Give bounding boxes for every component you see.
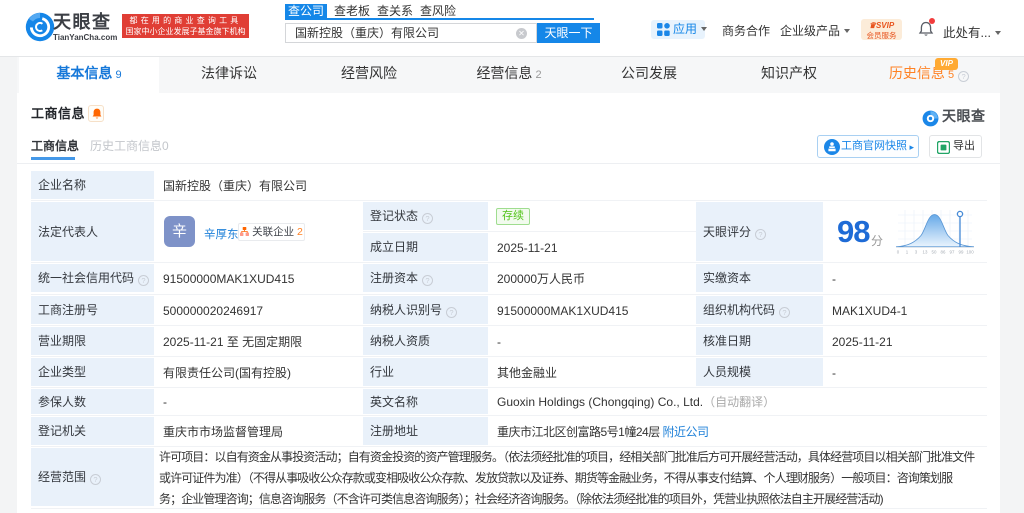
svg-text:97: 97 (950, 250, 955, 255)
svg-text:99: 99 (959, 250, 964, 255)
svg-text:86: 86 (941, 250, 946, 255)
svg-text:100: 100 (966, 250, 974, 255)
svg-text:13: 13 (923, 250, 928, 255)
svg-text:0: 0 (897, 250, 900, 255)
svg-text:3: 3 (915, 250, 918, 255)
svg-text:1: 1 (906, 250, 909, 255)
svg-text:50: 50 (932, 250, 937, 255)
